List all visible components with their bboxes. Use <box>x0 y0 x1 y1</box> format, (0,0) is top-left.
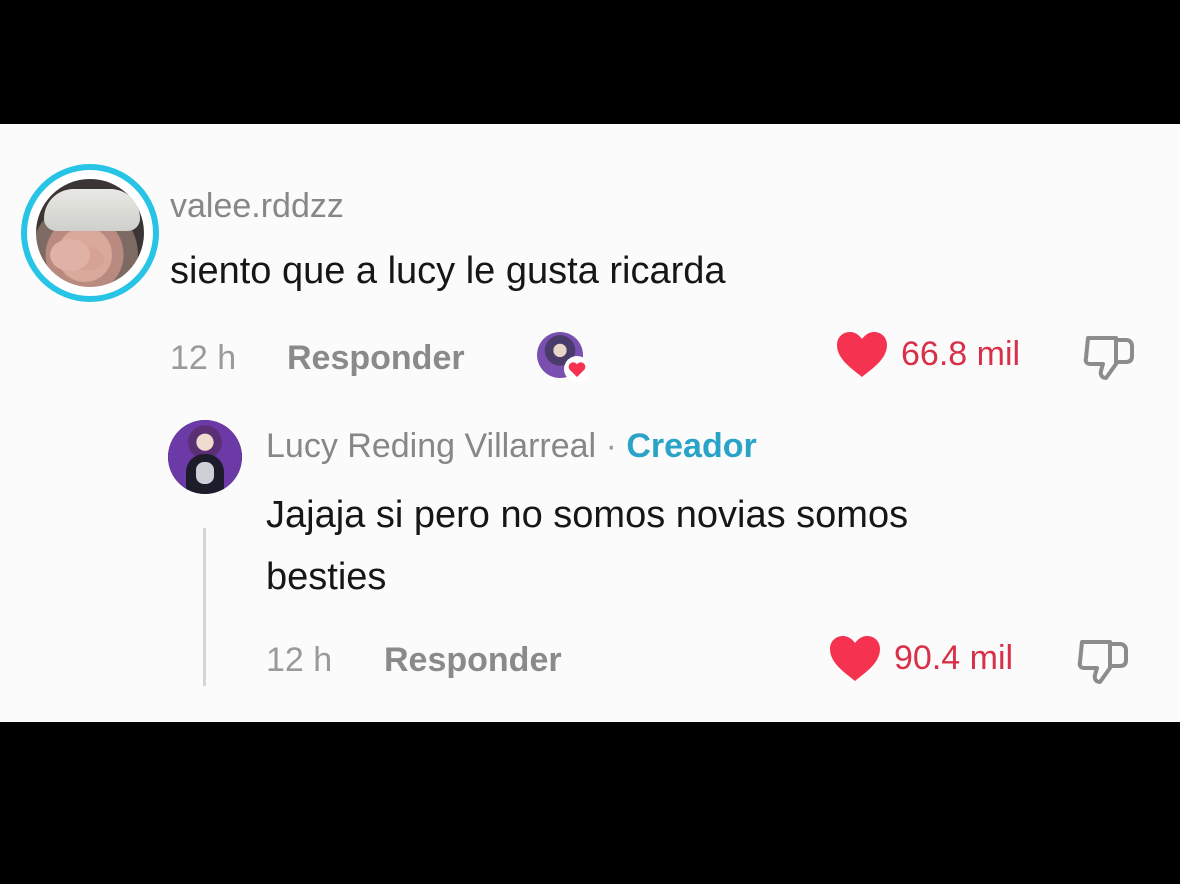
comment-time: 12 h <box>170 339 237 377</box>
reply-text-line-1: Jajaja si pero no somos novias somos <box>266 494 909 536</box>
creator-avatar[interactable] <box>168 420 242 494</box>
commenter-avatar-image <box>36 179 144 287</box>
reply-time: 12 h <box>266 641 333 679</box>
creator-liked-avatar <box>537 332 590 382</box>
comment-text: siento que a lucy le gusta ricarda <box>170 250 726 292</box>
reply-text: Jajaja si pero no somos novias somos bes… <box>266 484 1126 608</box>
reply-text-line-2: besties <box>266 556 387 598</box>
comment-like-button[interactable]: 66.8 mil <box>834 330 1034 380</box>
comment-like-count: 66.8 mil <box>901 335 1021 373</box>
commenter-avatar[interactable] <box>21 164 159 302</box>
thumbs-down-icon[interactable] <box>1076 636 1130 686</box>
author-separator: · <box>605 427 617 465</box>
comments-panel: valee.rddzz siento que a lucy le gusta r… <box>0 124 1180 722</box>
creator-badge: Creador <box>626 427 757 465</box>
thumbs-down-icon[interactable] <box>1082 332 1136 382</box>
thread-line <box>203 528 206 686</box>
creator-avatar-shirt <box>196 462 214 484</box>
reply-like-button[interactable]: 90.4 mil <box>827 634 1027 684</box>
reply-author-name[interactable]: Lucy Reding Villarreal <box>266 427 596 465</box>
reply-author-line: Lucy Reding Villarreal · Creador <box>266 426 757 466</box>
reply-reply-button[interactable]: Responder <box>384 640 562 680</box>
heart-icon <box>837 332 887 377</box>
heart-icon <box>830 636 880 681</box>
comment-reply-button[interactable]: Responder <box>287 338 465 378</box>
reply-like-count: 90.4 mil <box>894 639 1014 677</box>
commenter-username[interactable]: valee.rddzz <box>170 186 344 226</box>
creator-heart-icon <box>564 356 590 382</box>
